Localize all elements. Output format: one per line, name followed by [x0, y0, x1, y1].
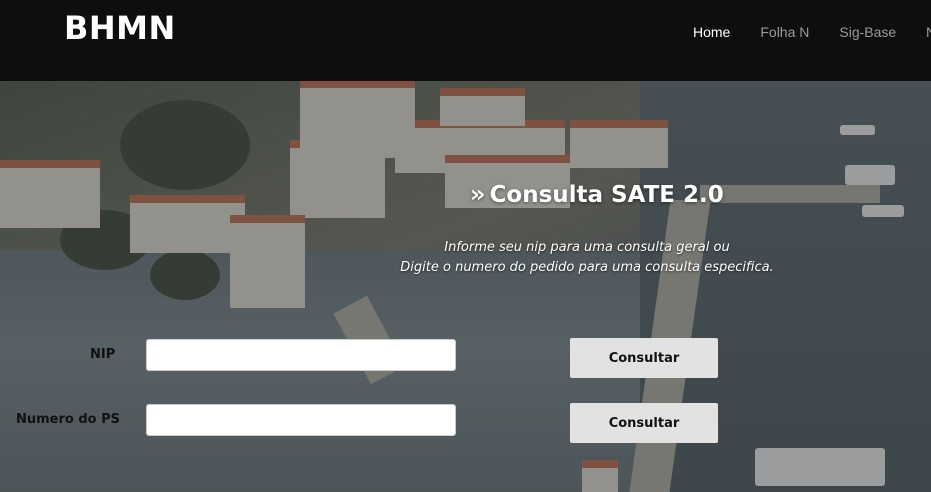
consultar-nip-button[interactable]: Consultar	[570, 338, 718, 378]
page-title: » Consulta SATE 2.0	[470, 180, 724, 208]
page-instructions: Informe seu nip para uma consulta geral …	[372, 238, 802, 278]
page-title-text: Consulta SATE 2.0	[489, 182, 724, 208]
top-navbar: BHMN Home Folha N Sig-Base N	[0, 0, 931, 81]
numero-ps-label: Numero do PS	[16, 412, 121, 427]
instructions-line-1: Informe seu nip para uma consulta geral …	[444, 240, 730, 255]
numero-ps-input[interactable]	[146, 404, 456, 436]
nav-item-overflow[interactable]: N	[926, 24, 931, 40]
brand-logo[interactable]: BHMN	[64, 9, 176, 47]
consultar-ps-button[interactable]: Consultar	[570, 403, 718, 443]
instructions-line-2: Digite o numero do pedido para uma consu…	[400, 260, 774, 275]
nip-input[interactable]	[146, 339, 456, 371]
nav-menu: Home Folha N Sig-Base	[693, 24, 896, 40]
nav-item-home[interactable]: Home	[693, 24, 730, 40]
nav-item-folha-n[interactable]: Folha N	[760, 24, 809, 40]
nav-item-sig-base[interactable]: Sig-Base	[839, 24, 896, 40]
nip-label: NIP	[90, 347, 116, 362]
double-chevron-right-icon: »	[470, 180, 486, 208]
